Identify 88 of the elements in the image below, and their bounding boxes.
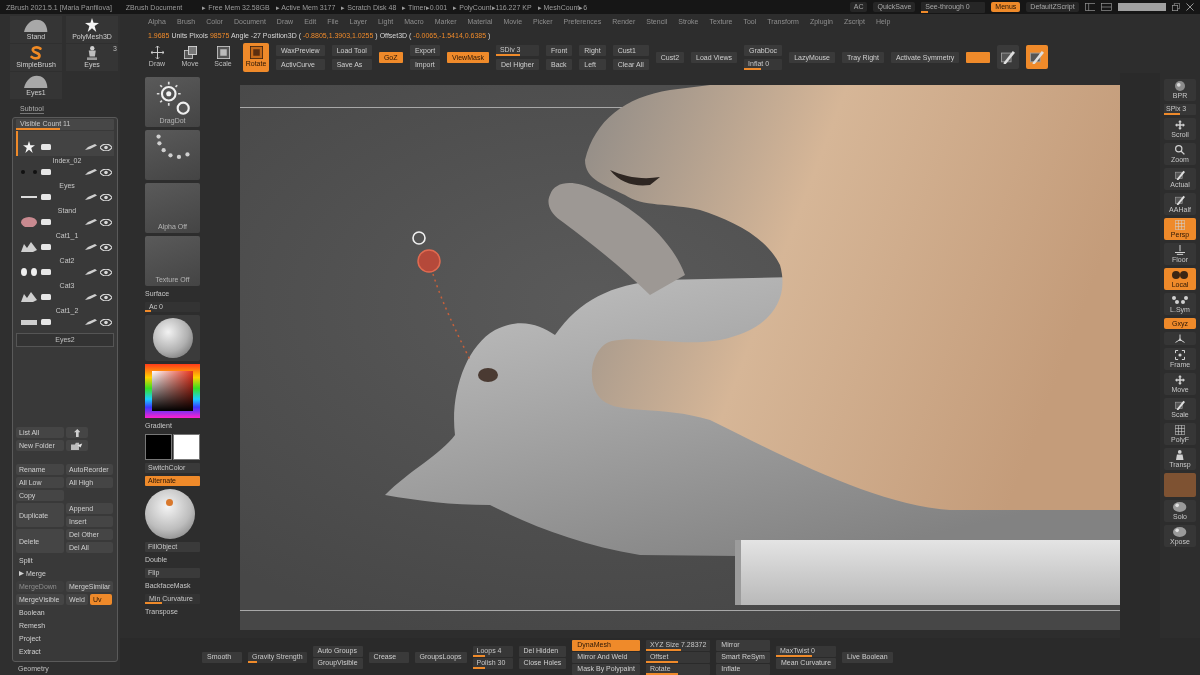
pencil-tile-icon	[1175, 195, 1185, 205]
eye-icon[interactable]	[100, 268, 112, 276]
panel-layout-icon[interactable]	[1084, 3, 1096, 11]
pencil-tile-icon	[1175, 170, 1185, 180]
folder-arrow-icon	[71, 441, 83, 450]
light-dot-icon	[166, 499, 173, 506]
two-discs-icon	[1172, 270, 1188, 280]
mesh-thumbnail-icon	[24, 74, 48, 88]
split-layout-icon[interactable]	[1101, 3, 1112, 11]
blob-icon	[1173, 527, 1187, 537]
cursor-ring-icon	[412, 231, 426, 245]
grid-icon	[1175, 220, 1185, 230]
mesh-shape-icon	[21, 292, 37, 302]
nested-squares-icon	[249, 46, 263, 59]
four-arrows-icon	[1175, 120, 1185, 130]
star-icon	[85, 18, 99, 32]
smudge-icon	[21, 216, 37, 228]
pencil-tile-icon	[1001, 50, 1016, 64]
light-sphere-icon[interactable]	[145, 489, 195, 539]
viewport[interactable]	[240, 85, 1120, 630]
icon-button[interactable]	[66, 440, 88, 451]
paintbrush-icon[interactable]	[85, 219, 97, 225]
shelf-thumbnail[interactable]	[145, 130, 200, 180]
color-swatch[interactable]	[173, 434, 200, 460]
ring-cursor-icon	[155, 81, 190, 115]
toolbar-button[interactable]	[966, 51, 991, 63]
frame-corners-icon	[1175, 350, 1185, 360]
two-dots-icon	[21, 170, 37, 174]
line-icon	[21, 196, 37, 198]
mode-button[interactable]	[1026, 45, 1049, 69]
eye-icon[interactable]	[100, 293, 112, 301]
floor-icon	[1175, 245, 1185, 255]
dotted-curve-icon	[155, 134, 190, 160]
switch-icon[interactable]	[41, 294, 51, 300]
stacked-squares-icon	[183, 46, 197, 59]
crosshair-arrows-icon	[150, 46, 164, 59]
mesh-thumbnail-icon	[24, 18, 48, 32]
paintbrush-icon[interactable]	[85, 169, 97, 175]
blob-icon	[1173, 502, 1187, 512]
switch-icon[interactable]	[41, 269, 51, 275]
mesh-shape-icon	[21, 242, 37, 252]
view-tool-button[interactable]	[1164, 332, 1196, 345]
paintbrush-icon[interactable]	[85, 194, 97, 200]
square-frame-icon	[216, 46, 230, 59]
switch-icon[interactable]	[41, 194, 51, 200]
strip-icon	[21, 319, 37, 325]
pencil-tile-icon	[1030, 50, 1045, 64]
paintbrush-icon[interactable]	[85, 269, 97, 275]
color-picker[interactable]	[145, 364, 200, 418]
paintbrush-icon[interactable]	[85, 244, 97, 250]
star-icon	[21, 141, 37, 153]
material-sphere-icon	[152, 318, 193, 358]
paintbrush-icon[interactable]	[85, 319, 97, 325]
close-icon[interactable]	[1186, 3, 1194, 11]
subtool-item[interactable]	[16, 131, 114, 156]
expand-arrow-icon[interactable]	[19, 571, 24, 576]
eye-icon[interactable]	[100, 218, 112, 226]
axes-icon	[1175, 334, 1185, 344]
two-shapes-icon	[21, 268, 37, 276]
figure-icon	[1176, 450, 1184, 460]
eye-icon[interactable]	[100, 243, 112, 251]
magnifier-icon	[1175, 145, 1185, 155]
four-arrows-icon	[1175, 375, 1185, 385]
switch-icon[interactable]	[41, 219, 51, 225]
up-arrow-icon	[73, 428, 81, 437]
brush-cursor-icon	[417, 249, 441, 273]
switch-icon[interactable]	[41, 244, 51, 250]
pencil-tile-icon	[1175, 400, 1185, 410]
switch-icon[interactable]	[41, 144, 51, 150]
eye-icon[interactable]	[100, 318, 112, 326]
color-swatch[interactable]	[145, 434, 172, 460]
paintbrush-icon[interactable]	[85, 144, 97, 150]
dots-icon	[1172, 295, 1188, 305]
restore-icon[interactable]	[1172, 3, 1180, 11]
paintbrush-icon[interactable]	[85, 294, 97, 300]
eye-icon[interactable]	[100, 193, 112, 201]
switch-icon[interactable]	[41, 169, 51, 175]
material-button[interactable]	[145, 315, 200, 361]
icon-button[interactable]	[66, 427, 88, 438]
eye-icon[interactable]	[100, 143, 112, 151]
mode-button[interactable]	[997, 45, 1020, 69]
brush-stroke-icon	[29, 46, 43, 60]
switch-icon[interactable]	[41, 319, 51, 325]
eye-icon[interactable]	[100, 168, 112, 176]
shading-tile-button[interactable]	[1164, 473, 1196, 497]
statue-icon	[86, 46, 98, 60]
sphere-icon	[1175, 81, 1185, 91]
grid-icon	[1175, 425, 1185, 435]
